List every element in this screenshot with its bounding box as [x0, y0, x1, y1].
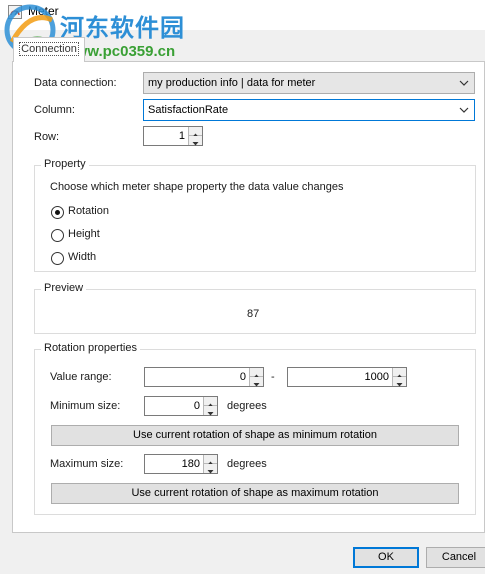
range-min-increment-button[interactable] — [250, 368, 263, 378]
minimum-size-value: 0 — [193, 400, 200, 412]
tab-connection-label: Connection — [19, 42, 79, 56]
data-connection-label: Data connection: — [34, 77, 117, 89]
data-connection-select[interactable]: my production info | data for meter — [143, 72, 475, 94]
maximum-size-value: 180 — [181, 458, 200, 470]
radio-width[interactable] — [51, 252, 64, 265]
chevron-down-icon — [459, 80, 469, 86]
use-min-rotation-button[interactable]: Use current rotation of shape as minimum… — [51, 425, 459, 446]
range-max-value: 1000 — [364, 371, 389, 383]
tab-connection[interactable]: Connection — [13, 37, 85, 62]
row-label: Row: — [34, 131, 60, 143]
minimum-size-label: Minimum size: — [50, 400, 121, 412]
range-min-stepper[interactable]: 0 — [144, 367, 264, 387]
window-title: Meter — [28, 4, 59, 18]
radio-rotation-label: Rotation — [68, 205, 109, 217]
range-min-decrement-button[interactable] — [250, 377, 263, 387]
range-max-stepper[interactable]: 1000 — [287, 367, 407, 387]
use-max-rotation-button[interactable]: Use current rotation of shape as maximum… — [51, 483, 459, 504]
arrow-down-icon — [192, 142, 199, 146]
row-value: 1 — [178, 130, 185, 142]
minimum-size-stepper[interactable]: 0 — [144, 396, 218, 416]
rotation-group-title: Rotation properties — [41, 342, 140, 354]
maximum-size-label: Maximum size: — [50, 458, 124, 470]
column-select[interactable]: SatisfactionRate — [143, 99, 475, 121]
radio-rotation[interactable] — [51, 206, 64, 219]
connection-panel: Data connection: my production info | da… — [12, 61, 485, 533]
cancel-button[interactable]: Cancel — [426, 547, 485, 568]
maximum-size-units: degrees — [227, 458, 267, 470]
arrow-down-icon — [207, 470, 214, 474]
range-max-increment-button[interactable] — [393, 368, 406, 378]
property-description: Choose which meter shape property the da… — [50, 181, 344, 193]
column-value: SatisfactionRate — [148, 104, 229, 116]
maximum-size-stepper[interactable]: 180 — [144, 454, 218, 474]
row-decrement-button[interactable] — [189, 136, 202, 146]
range-max-decrement-button[interactable] — [393, 377, 406, 387]
row-increment-button[interactable] — [189, 127, 202, 137]
arrow-down-icon — [396, 383, 403, 387]
column-label: Column: — [34, 104, 75, 116]
range-separator: - — [271, 371, 275, 383]
row-stepper[interactable]: 1 — [143, 126, 203, 146]
arrow-down-icon — [253, 383, 260, 387]
radio-height[interactable] — [51, 229, 64, 242]
range-min-value: 0 — [239, 371, 246, 383]
property-group: Property Choose which meter shape proper… — [34, 158, 476, 272]
minimum-size-decrement-button[interactable] — [204, 406, 217, 416]
data-connection-value: my production info | data for meter — [148, 77, 316, 89]
preview-value: 87 — [247, 308, 260, 320]
radio-width-label: Width — [68, 251, 97, 263]
arrow-down-icon — [207, 412, 214, 416]
rotation-properties-group: Rotation properties Value range: 0 - 100… — [34, 342, 476, 515]
preview-group-title: Preview — [41, 282, 87, 294]
minimum-size-units: degrees — [227, 400, 267, 412]
radio-height-label: Height — [68, 228, 100, 240]
meter-icon — [8, 5, 22, 19]
maximum-size-increment-button[interactable] — [204, 455, 217, 465]
minimum-size-increment-button[interactable] — [204, 397, 217, 407]
value-range-label: Value range: — [50, 371, 112, 383]
preview-group: Preview 87 — [34, 282, 476, 334]
ok-button[interactable]: OK — [353, 547, 419, 568]
property-group-title: Property — [41, 158, 89, 170]
title-bar: Meter — [0, 0, 485, 30]
chevron-down-icon — [459, 107, 469, 113]
maximum-size-decrement-button[interactable] — [204, 464, 217, 474]
